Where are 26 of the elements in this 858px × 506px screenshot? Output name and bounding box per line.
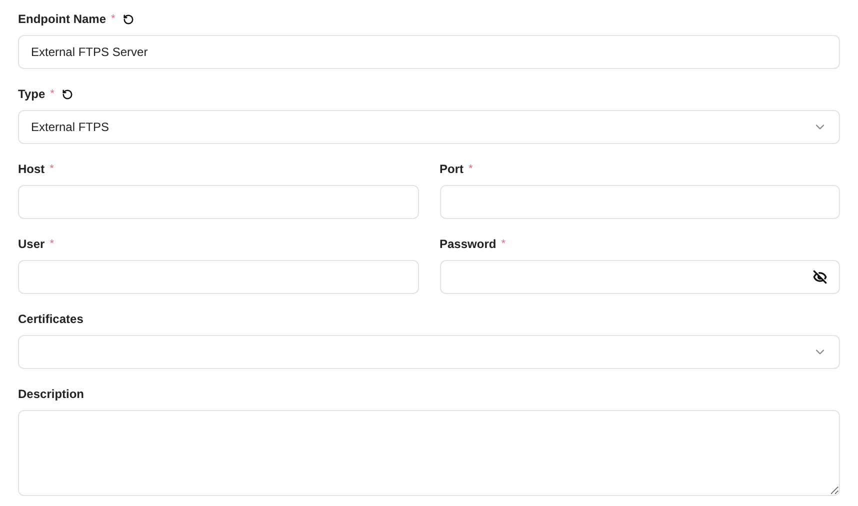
field-label: Description: [18, 386, 84, 403]
field-label: Password: [440, 236, 496, 253]
required-asterisk: *: [50, 236, 54, 252]
eye-slash-icon[interactable]: [813, 270, 827, 284]
reset-icon[interactable]: [62, 88, 74, 100]
select-value: External FTPS: [31, 119, 110, 136]
required-asterisk: *: [468, 162, 473, 177]
required-asterisk: *: [50, 162, 54, 177]
required-asterisk: *: [501, 236, 506, 252]
field-label: User: [18, 236, 45, 253]
select-field[interactable]: External FTPS: [18, 110, 840, 144]
required-asterisk: *: [111, 12, 116, 27]
text-field[interactable]: [440, 185, 840, 219]
field-label: Port: [440, 161, 464, 178]
required-asterisk: *: [50, 86, 54, 102]
field-label: Host: [18, 161, 45, 178]
text-field[interactable]: External FTPS Server: [18, 35, 840, 69]
text-field[interactable]: [18, 260, 418, 294]
field-label: Certificates: [18, 311, 84, 328]
reset-icon[interactable]: [123, 14, 134, 24]
select-field[interactable]: [18, 335, 840, 369]
field-label: Type: [18, 86, 46, 103]
field-label: Endpoint Name: [18, 11, 106, 28]
password-field[interactable]: [440, 260, 840, 294]
description-field[interactable]: [18, 410, 840, 496]
text-field[interactable]: [18, 185, 418, 219]
